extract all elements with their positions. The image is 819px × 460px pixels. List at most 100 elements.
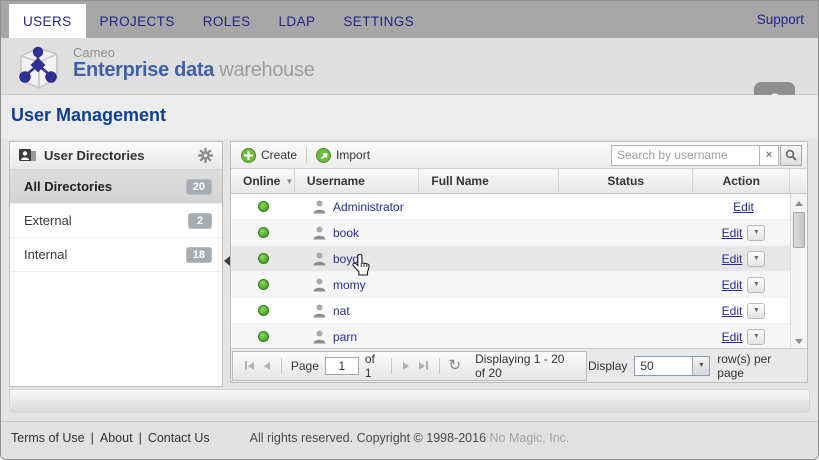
- table-row-nat[interactable]: nat Edit ▼: [231, 298, 807, 324]
- count-badge: 20: [186, 179, 212, 195]
- edit-link[interactable]: Edit: [722, 252, 743, 266]
- sidebar-title: User Directories: [44, 148, 144, 163]
- top-nav: USERS PROJECTS ROLES LDAP SETTINGS Suppo…: [1, 1, 818, 38]
- sidebar-item-external[interactable]: External 2: [10, 204, 222, 238]
- nav-tab-ldap[interactable]: LDAP: [265, 4, 330, 38]
- import-arrow-icon: [316, 148, 331, 163]
- sidebar-header: User Directories: [10, 142, 222, 170]
- paging-controls: Page of 1 ↻ Displaying 1 - 20 of 20: [232, 351, 587, 381]
- footer: Terms of Use | About | Contact Us All ri…: [1, 421, 818, 459]
- column-header-status[interactable]: Status: [559, 169, 694, 193]
- scroll-up-button[interactable]: [791, 195, 807, 211]
- app-window: USERS PROJECTS ROLES LDAP SETTINGS Suppo…: [0, 0, 819, 460]
- edit-link[interactable]: Edit: [722, 278, 743, 292]
- column-header-action[interactable]: Action: [693, 169, 790, 193]
- nav-tab-users[interactable]: USERS: [9, 4, 86, 38]
- row-menu-button[interactable]: ▼: [747, 277, 765, 293]
- column-header-fullname[interactable]: Full Name: [419, 169, 559, 193]
- sidebar-item-label: All Directories: [24, 179, 112, 194]
- user-directories-panel: User Directories All Directories 20 Exte…: [9, 141, 223, 387]
- sidebar-item-label: Internal: [24, 247, 67, 262]
- nav-tab-projects[interactable]: PROJECTS: [86, 4, 189, 38]
- clear-search-button[interactable]: ×: [759, 145, 779, 166]
- edit-link[interactable]: Edit: [722, 304, 743, 318]
- next-page-button[interactable]: [401, 360, 411, 372]
- edit-link[interactable]: Edit: [733, 200, 754, 214]
- create-label: Create: [261, 148, 297, 162]
- submit-search-button[interactable]: [780, 145, 802, 166]
- display-label: Display: [588, 359, 627, 373]
- first-page-button[interactable]: [243, 359, 256, 372]
- username-link[interactable]: boyd: [333, 252, 359, 266]
- header-spacer: [790, 169, 807, 193]
- username-link[interactable]: Administrator: [333, 200, 404, 214]
- rows-suffix-label: row(s) per page: [717, 352, 799, 380]
- brand-name: Cameo Enterprise data warehouse: [73, 46, 315, 81]
- prev-page-button[interactable]: [262, 360, 272, 372]
- rows-per-page-select[interactable]: 50 ▼: [634, 356, 710, 376]
- vertical-scrollbar[interactable]: [790, 194, 807, 350]
- scrollbar-thumb[interactable]: [793, 212, 805, 248]
- toolbar-separator: [306, 147, 307, 163]
- table-row-administrator[interactable]: Administrator Edit: [231, 194, 807, 220]
- contact-us-link[interactable]: Contact Us: [148, 431, 210, 445]
- chevron-down-icon: ▼: [753, 229, 760, 236]
- table-row-book[interactable]: book Edit ▼: [231, 220, 807, 246]
- last-page-button[interactable]: [417, 359, 430, 372]
- row-menu-button[interactable]: ▼: [747, 251, 765, 267]
- sidebar-item-all-directories[interactable]: All Directories 20: [10, 170, 222, 204]
- edit-link[interactable]: Edit: [722, 330, 743, 344]
- footer-links: Terms of Use | About | Contact Us: [11, 431, 210, 445]
- online-status-dot: [258, 201, 269, 212]
- table-row-parn[interactable]: parn Edit ▼: [231, 324, 807, 350]
- create-button[interactable]: Create: [241, 148, 297, 163]
- table-row-momy[interactable]: momy Edit ▼: [231, 272, 807, 298]
- page-of-label: of 1: [365, 352, 382, 380]
- username-link[interactable]: momy: [333, 278, 366, 292]
- row-menu-button[interactable]: ▼: [747, 329, 765, 345]
- page-number-input[interactable]: [325, 357, 359, 375]
- nav-tab-settings[interactable]: SETTINGS: [329, 4, 428, 38]
- copyright-text: All rights reserved. Copyright © 1998-20…: [250, 431, 570, 445]
- users-grid-panel: Create Import ×: [230, 141, 808, 383]
- refresh-icon[interactable]: ↻: [448, 358, 461, 373]
- chevron-down-icon: ▼: [753, 333, 760, 340]
- page-title: User Management: [11, 105, 166, 126]
- table-body: Administrator Edit book Edit ▼: [231, 194, 807, 350]
- about-link[interactable]: About: [100, 431, 133, 445]
- count-badge: 2: [188, 213, 212, 229]
- column-header-username[interactable]: Username: [295, 169, 420, 193]
- nav-tab-roles[interactable]: ROLES: [189, 4, 265, 38]
- gear-icon[interactable]: [198, 148, 213, 163]
- page-label: Page: [291, 359, 319, 373]
- sidebar-item-internal[interactable]: Internal 18: [10, 238, 222, 272]
- support-link[interactable]: Support: [757, 1, 804, 38]
- row-menu-button[interactable]: ▼: [747, 303, 765, 319]
- username-link[interactable]: nat: [333, 304, 350, 318]
- header-bar: Cameo Enterprise data warehouse ▾ ▾: [1, 38, 818, 95]
- row-menu-button[interactable]: ▼: [747, 225, 765, 241]
- triangle-down-icon: [795, 339, 803, 344]
- column-header-online[interactable]: Online ▼: [231, 169, 295, 193]
- import-button[interactable]: Import: [316, 148, 370, 163]
- username-link[interactable]: book: [333, 226, 359, 240]
- online-status-dot: [258, 253, 269, 264]
- chevron-down-icon: ▼: [753, 255, 760, 262]
- search-icon: [785, 149, 797, 161]
- sidebar-item-label: External: [24, 213, 72, 228]
- directories-icon: [19, 149, 37, 163]
- online-status-dot: [258, 279, 269, 290]
- username-search-input[interactable]: [611, 145, 759, 166]
- terms-of-use-link[interactable]: Terms of Use: [11, 431, 85, 445]
- content-bottom-strip: [9, 389, 810, 413]
- last-page-icon: [419, 362, 425, 370]
- edit-link[interactable]: Edit: [722, 226, 743, 240]
- username-link[interactable]: parn: [333, 330, 357, 344]
- sort-caret-icon[interactable]: ▼: [285, 177, 293, 186]
- select-caret-icon: ▼: [692, 357, 709, 375]
- scroll-down-button[interactable]: [791, 333, 807, 349]
- first-page-icon: [248, 362, 254, 370]
- table-row-boyd[interactable]: boyd Edit ▼: [231, 246, 807, 272]
- online-status-dot: [258, 305, 269, 316]
- triangle-up-icon: [795, 201, 803, 206]
